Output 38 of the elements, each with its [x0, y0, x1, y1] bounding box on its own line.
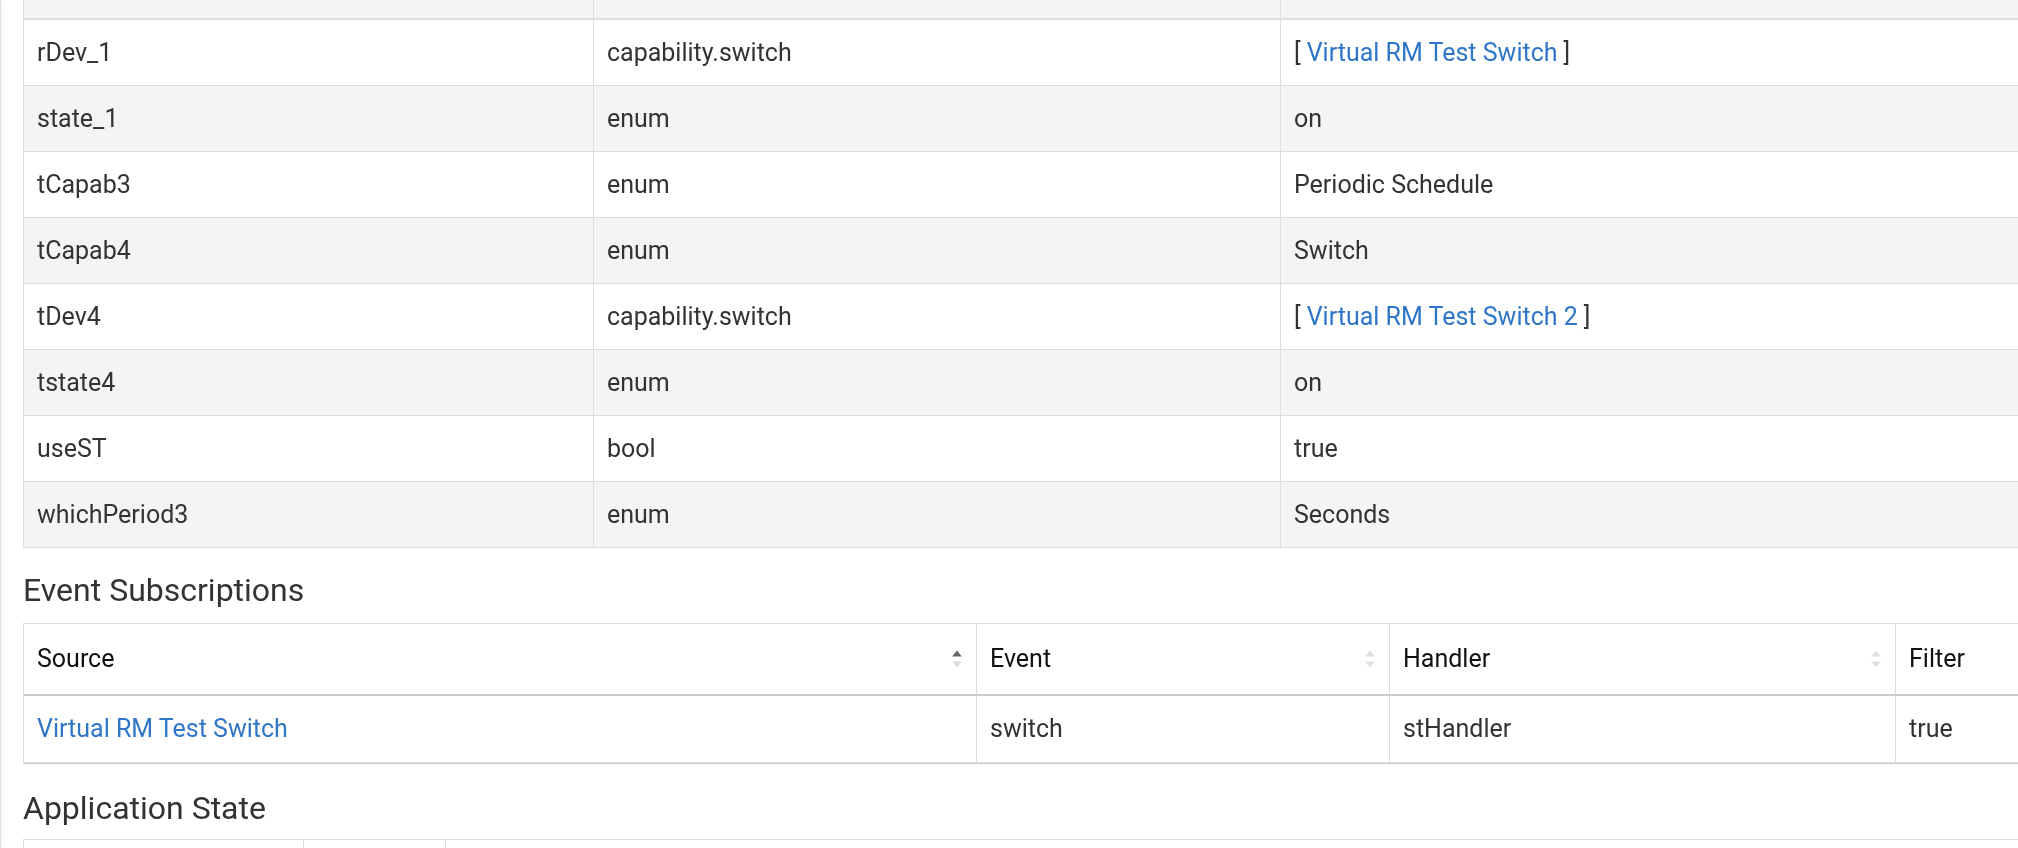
table-cell-text: enum	[607, 168, 670, 201]
section-heading: Application State	[23, 792, 267, 824]
table-cell-text: on	[1294, 366, 1323, 399]
table-cell-text: Switch	[1294, 234, 1369, 267]
table-cell-text: tDev4	[37, 300, 101, 333]
table-cell-text: whichPeriod3	[37, 498, 189, 531]
table-cell-text: useST	[37, 432, 107, 465]
table-cell-text: on	[1294, 102, 1323, 135]
table-cell-text: true	[1909, 713, 1953, 746]
table-cell-text: tCapab3	[37, 168, 131, 201]
table-cell-text: Seconds	[1294, 498, 1391, 531]
table-cell-text: enum	[607, 234, 670, 267]
table-cell-text: tCapab4	[37, 234, 131, 267]
table-cell-text: enum	[607, 366, 670, 399]
table-cell-text: state_1	[37, 102, 119, 135]
column-header[interactable]: Filter	[1896, 624, 2018, 694]
table-cell-text: capability.switch	[607, 300, 792, 333]
bracket: [	[1294, 300, 1301, 333]
table-cell-text: capability.switch	[607, 36, 792, 69]
device-link[interactable]: Virtual RM Test Switch	[1306, 33, 1558, 72]
section-heading: Event Subscriptions	[23, 574, 306, 606]
bracket: [	[1294, 36, 1301, 69]
table-cell-text: tstate4	[37, 366, 116, 399]
device-link[interactable]: Virtual RM Test Switch	[37, 710, 288, 748]
column-header[interactable]: Source	[24, 624, 977, 694]
table-cell-text: rDev_1	[37, 36, 113, 69]
bracket: ]	[1563, 36, 1571, 69]
table-cell-text: enum	[607, 102, 670, 135]
table-cell-text: enum	[607, 498, 670, 531]
column-header[interactable]: Handler	[1390, 624, 1896, 694]
device-link[interactable]: Virtual RM Test Switch 2	[1306, 297, 1578, 336]
table-cell-text: stHandler	[1403, 713, 1512, 746]
table-cell-text: switch	[990, 713, 1063, 746]
table-cell-text: bool	[607, 432, 656, 465]
table-cell-text: true	[1294, 432, 1338, 465]
table-cell-text: Periodic Schedule	[1294, 168, 1494, 201]
bracket: ]	[1583, 300, 1591, 333]
column-header[interactable]: Event	[977, 624, 1390, 694]
